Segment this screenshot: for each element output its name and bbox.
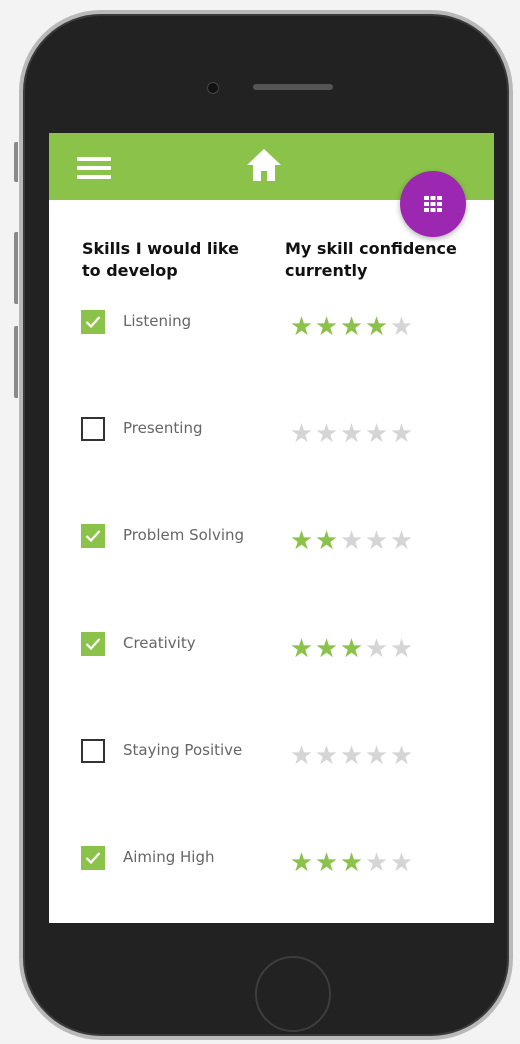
skills-column-heading: Skills I would like to develop (82, 239, 239, 280)
star-icon[interactable]: ★ (314, 743, 339, 769)
star-icon[interactable]: ★ (339, 850, 364, 876)
skill-label: Problem Solving (123, 526, 245, 544)
skill-checkbox[interactable] (81, 739, 105, 763)
star-icon[interactable]: ★ (389, 850, 414, 876)
checkmark-icon (85, 852, 101, 865)
star-rating[interactable]: ★★★★★ (289, 850, 414, 878)
star-icon[interactable]: ★ (289, 314, 314, 340)
checkmark-icon (85, 530, 101, 543)
side-button-volume-down (14, 326, 18, 398)
star-icon[interactable]: ★ (389, 636, 414, 662)
star-rating[interactable]: ★★★★★ (289, 421, 414, 449)
app-screen: Skills I would like to develop My skill … (49, 133, 494, 923)
star-icon[interactable]: ★ (339, 421, 364, 447)
star-icon[interactable]: ★ (314, 850, 339, 876)
star-icon[interactable]: ★ (389, 421, 414, 447)
star-icon[interactable]: ★ (289, 528, 314, 554)
skill-checkbox[interactable] (81, 417, 105, 441)
star-icon[interactable]: ★ (364, 636, 389, 662)
skill-row: Staying Positive ★★★★★ (49, 739, 494, 779)
skill-label: Presenting (123, 419, 203, 437)
side-button-silent (14, 142, 18, 182)
star-rating[interactable]: ★★★★★ (289, 528, 414, 556)
skill-label: Creativity (123, 634, 196, 652)
skill-row: Problem Solving ★★★★★ (49, 524, 494, 564)
star-icon[interactable]: ★ (289, 850, 314, 876)
star-icon[interactable]: ★ (389, 314, 414, 340)
skill-label: Listening (123, 312, 192, 330)
star-rating[interactable]: ★★★★★ (289, 314, 414, 342)
star-icon[interactable]: ★ (339, 314, 364, 340)
star-icon[interactable]: ★ (339, 528, 364, 554)
phone-home-button[interactable] (255, 956, 331, 1032)
star-rating[interactable]: ★★★★★ (289, 743, 414, 771)
star-icon[interactable]: ★ (289, 421, 314, 447)
star-icon[interactable]: ★ (314, 421, 339, 447)
star-icon[interactable]: ★ (389, 743, 414, 769)
star-rating[interactable]: ★★★★★ (289, 636, 414, 664)
side-button-volume-up (14, 232, 18, 304)
earpiece-speaker (253, 84, 333, 90)
hamburger-icon[interactable] (77, 157, 111, 179)
home-icon[interactable] (245, 147, 283, 187)
grid-icon (424, 196, 442, 212)
star-icon[interactable]: ★ (364, 421, 389, 447)
skill-row: Presenting ★★★★★ (49, 417, 494, 457)
star-icon[interactable]: ★ (364, 528, 389, 554)
star-icon[interactable]: ★ (314, 636, 339, 662)
star-icon[interactable]: ★ (289, 636, 314, 662)
skill-checkbox[interactable] (81, 524, 105, 548)
skill-checkbox[interactable] (81, 846, 105, 870)
skill-row: Creativity ★★★★★ (49, 632, 494, 672)
skill-row: Aiming High ★★★★★ (49, 846, 494, 886)
skill-checkbox[interactable] (81, 310, 105, 334)
skill-row: Listening ★★★★★ (49, 310, 494, 350)
star-icon[interactable]: ★ (339, 743, 364, 769)
checkmark-icon (85, 638, 101, 651)
star-icon[interactable]: ★ (364, 850, 389, 876)
star-icon[interactable]: ★ (314, 528, 339, 554)
skill-label: Staying Positive (123, 741, 243, 759)
star-icon[interactable]: ★ (289, 743, 314, 769)
skill-label: Aiming High (123, 848, 215, 866)
star-icon[interactable]: ★ (364, 314, 389, 340)
front-camera (207, 82, 219, 94)
star-icon[interactable]: ★ (339, 636, 364, 662)
grid-menu-fab[interactable] (400, 171, 466, 237)
confidence-column-heading: My skill confidence currently (285, 239, 457, 280)
star-icon[interactable]: ★ (389, 528, 414, 554)
star-icon[interactable]: ★ (314, 314, 339, 340)
star-icon[interactable]: ★ (364, 743, 389, 769)
checkmark-icon (85, 316, 101, 329)
skill-checkbox[interactable] (81, 632, 105, 656)
